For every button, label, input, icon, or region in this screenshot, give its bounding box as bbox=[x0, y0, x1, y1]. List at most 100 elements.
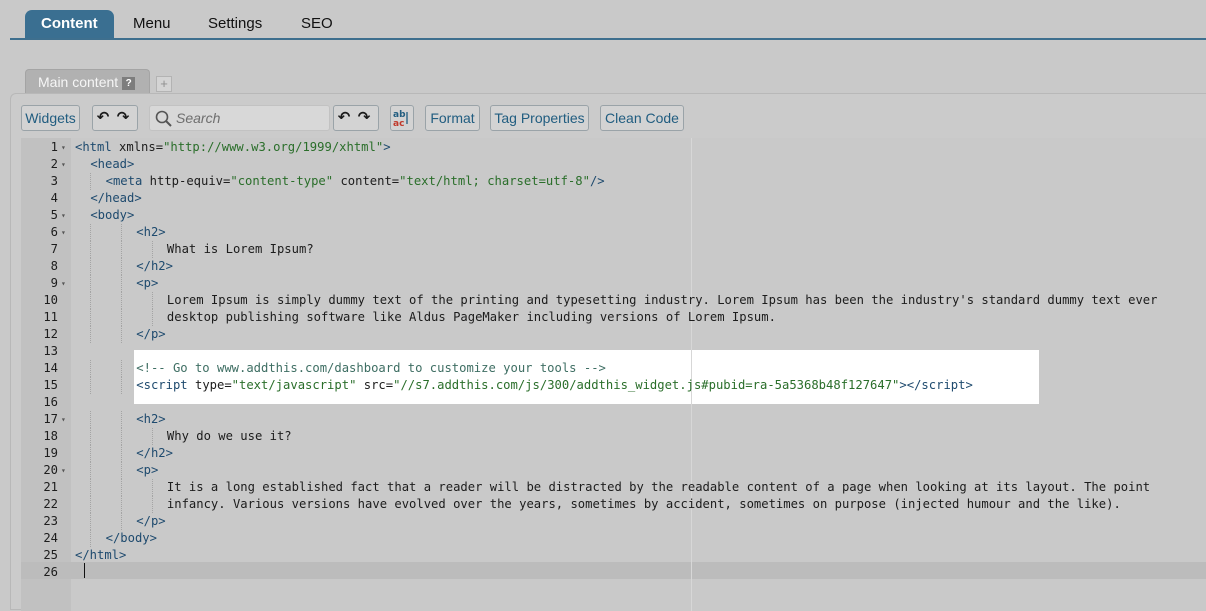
code-line[interactable]: 3 <meta http-equiv="content-type" content… bbox=[21, 173, 1206, 190]
code-line[interactable]: 9 ▾ <p> bbox=[21, 275, 1206, 292]
add-tab-icon[interactable]: + bbox=[156, 76, 172, 92]
main-content-tab[interactable]: Main content? bbox=[25, 69, 150, 93]
help-icon[interactable]: ? bbox=[122, 77, 136, 90]
code-line[interactable]: 19 </h2> bbox=[21, 445, 1206, 462]
code-text: What is Lorem Ipsum? bbox=[167, 241, 314, 258]
code-token: infancy. Various versions have evolved o… bbox=[166, 497, 1121, 511]
fold-arrow-icon[interactable]: ▾ bbox=[61, 224, 66, 241]
fold-arrow-icon[interactable]: ▾ bbox=[61, 411, 66, 428]
undo-redo-group: ↶ ↷ bbox=[92, 105, 138, 131]
indent-guide bbox=[90, 428, 92, 445]
top-tab-bar: Content Menu Settings SEO bbox=[10, 0, 1206, 40]
fold-arrow-icon[interactable]: ▾ bbox=[61, 462, 66, 479]
code-token: "text/javascript" bbox=[231, 378, 357, 392]
code-line[interactable]: 16 bbox=[21, 394, 1206, 411]
code-text: </p> bbox=[136, 326, 165, 343]
code-line[interactable]: 2 ▾ <head> bbox=[21, 156, 1206, 173]
indent-guide bbox=[120, 411, 123, 428]
indent-guide bbox=[90, 530, 92, 547]
code-line[interactable]: 21 It is a long established fact that a r… bbox=[21, 479, 1206, 496]
fold-arrow-icon[interactable]: ▾ bbox=[61, 207, 66, 224]
line-number: 7 bbox=[50, 242, 58, 256]
line-number: 9 bbox=[50, 276, 58, 290]
line-number: 21 bbox=[43, 480, 58, 494]
line-number: 14 bbox=[43, 361, 58, 375]
indent-guide bbox=[120, 479, 123, 496]
code-text: </head> bbox=[90, 190, 141, 207]
tab-content[interactable]: Content bbox=[25, 10, 114, 38]
code-line[interactable]: 1 ▾ <html xmlns="http://www.w3.org/1999/xh… bbox=[21, 139, 1206, 156]
replace-button[interactable]: ab ac bbox=[390, 105, 414, 131]
code-line[interactable]: 22 infancy. Various versions have evolved… bbox=[21, 496, 1206, 513]
code-text: <head> bbox=[90, 156, 134, 173]
indent-guide bbox=[120, 377, 123, 394]
code-text: <h2> bbox=[136, 411, 165, 428]
code-text: </body> bbox=[106, 530, 157, 547]
format-button[interactable]: Format bbox=[425, 105, 480, 131]
indent-guide bbox=[120, 445, 123, 462]
code-token: <!-- Go to www.addthis.com/dashboard to … bbox=[136, 361, 606, 375]
indent-guide bbox=[90, 496, 92, 513]
line-number: 13 bbox=[43, 344, 58, 358]
indent-guide bbox=[90, 309, 92, 326]
code-token: </p> bbox=[136, 514, 166, 528]
code-line[interactable]: 5 ▾ <body> bbox=[21, 207, 1206, 224]
code-line[interactable]: 23 </p> bbox=[21, 513, 1206, 530]
code-text: Lorem Ipsum is simply dummy text of the … bbox=[167, 292, 1158, 309]
indent-guide bbox=[120, 326, 123, 343]
code-line[interactable]: 13 bbox=[21, 343, 1206, 360]
code-line[interactable]: 6 ▾ <h2> bbox=[21, 224, 1206, 241]
code-line[interactable]: 12 </p> bbox=[21, 326, 1206, 343]
indent-guide bbox=[151, 479, 154, 496]
code-line[interactable]: 4 </head> bbox=[21, 190, 1206, 207]
undo-icon[interactable]: ↶ bbox=[93, 106, 113, 130]
line-number: 17 bbox=[43, 412, 58, 426]
widgets-button[interactable]: Widgets bbox=[21, 105, 80, 131]
tab-seo[interactable]: SEO bbox=[285, 10, 349, 38]
code-editor[interactable]: 1 ▾ <html xmlns="http://www.w3.org/1999/xh… bbox=[21, 138, 1206, 611]
tab-settings[interactable]: Settings bbox=[192, 10, 278, 38]
tab-menu[interactable]: Menu bbox=[117, 10, 187, 38]
line-number: 1 bbox=[50, 140, 58, 154]
code-line[interactable]: 14 <!-- Go to www.addthis.com/dashboard t… bbox=[21, 360, 1206, 377]
code-line[interactable]: 8 </h2> bbox=[21, 258, 1206, 275]
code-token: <script bbox=[136, 378, 188, 392]
tag-properties-button[interactable]: Tag Properties bbox=[490, 105, 589, 131]
text-cursor bbox=[84, 563, 85, 578]
code-line[interactable]: 17 ▾ <h2> bbox=[21, 411, 1206, 428]
code-line[interactable]: 10 Lorem Ipsum is simply dummy text of th… bbox=[21, 292, 1206, 309]
code-token: "http://www.w3.org/1999/xhtml" bbox=[163, 140, 384, 154]
code-line[interactable]: 26 bbox=[21, 564, 1206, 581]
indent-guide bbox=[120, 292, 123, 309]
editor-panel: Widgets ↶↷ ↶↷ ab ac Format Tag Propertie… bbox=[10, 93, 1206, 611]
code-text: <p> bbox=[136, 462, 158, 479]
code-line[interactable]: 25 </html> bbox=[21, 547, 1206, 564]
fold-arrow-icon[interactable]: ▾ bbox=[61, 156, 66, 173]
indent-guide bbox=[120, 309, 123, 326]
line-number: 26 bbox=[43, 565, 58, 579]
search-icon bbox=[155, 110, 172, 127]
fold-arrow-icon[interactable]: ▾ bbox=[61, 139, 66, 156]
search-next-icon[interactable]: ↷ bbox=[354, 106, 374, 130]
code-token: src= bbox=[356, 378, 394, 392]
code-token: What is Lorem Ipsum? bbox=[166, 242, 314, 256]
fold-arrow-icon[interactable]: ▾ bbox=[61, 275, 66, 292]
redo-icon[interactable]: ↷ bbox=[113, 106, 133, 130]
line-number: 19 bbox=[43, 446, 58, 460]
search-prev-icon[interactable]: ↶ bbox=[334, 106, 354, 130]
search-input[interactable] bbox=[176, 108, 326, 128]
code-token: content= bbox=[333, 174, 400, 188]
code-line[interactable]: 18 Why do we use it? bbox=[21, 428, 1206, 445]
code-text: <body> bbox=[90, 207, 134, 224]
code-line[interactable]: 24 </body> bbox=[21, 530, 1206, 547]
indent-guide bbox=[120, 496, 123, 513]
code-line[interactable]: 20 ▾ <p> bbox=[21, 462, 1206, 479]
code-text: <meta http-equiv="content-type" content=… bbox=[106, 173, 605, 190]
code-text: Why do we use it? bbox=[167, 428, 292, 445]
code-line[interactable]: 7 What is Lorem Ipsum? bbox=[21, 241, 1206, 258]
code-line[interactable]: 11 desktop publishing software like Aldus… bbox=[21, 309, 1206, 326]
indent-guide bbox=[90, 224, 92, 241]
code-line[interactable]: 15 <script type="text/javascript" src="//… bbox=[21, 377, 1206, 394]
indent-guide bbox=[120, 224, 123, 241]
clean-code-button[interactable]: Clean Code bbox=[600, 105, 684, 131]
